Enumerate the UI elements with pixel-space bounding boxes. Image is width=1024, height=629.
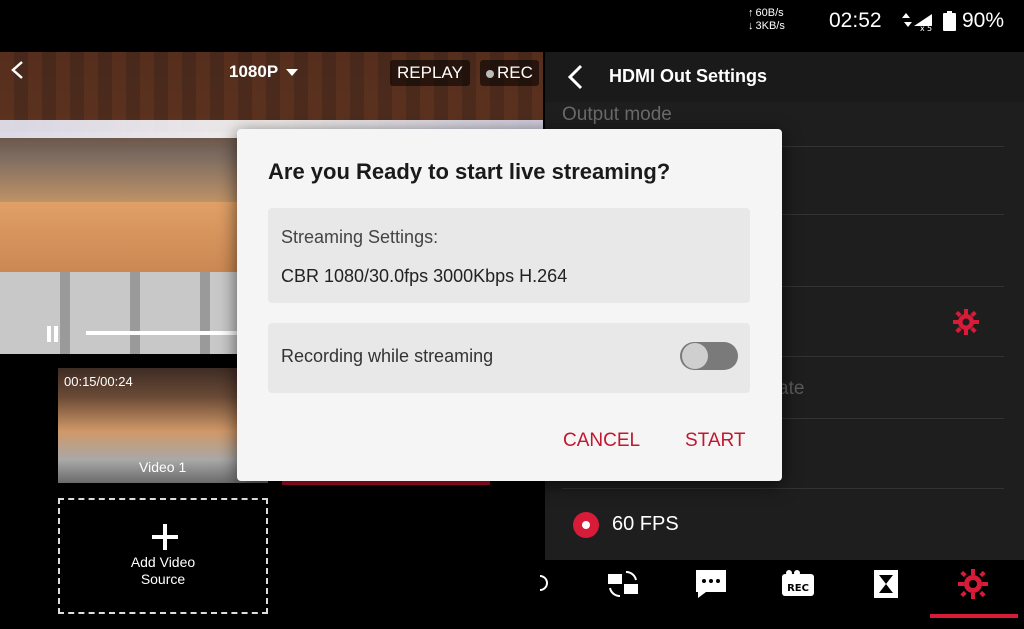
active-tab-indicator [930,614,1018,618]
recording-option-label: Recording while streaming [281,346,494,366]
video-source-label: Video 1 [139,459,187,475]
switch-camera-icon[interactable] [606,568,640,600]
settings-icon[interactable] [956,568,990,600]
download-speed: 3KB/s [755,20,785,32]
divider [562,488,1004,489]
back-arrow-icon[interactable] [566,64,584,90]
comment-icon[interactable] [694,568,728,600]
resolution-selector[interactable]: 1080P [229,62,299,82]
preview-back-icon[interactable] [8,60,28,80]
rec-button[interactable]: REC [480,60,539,86]
record-icon[interactable] [573,512,599,538]
replay-button[interactable]: REPLAY [390,60,470,86]
svg-text:5: 5 [927,24,932,32]
clock: 02:52 [829,9,882,32]
streaming-settings-label: Streaming Settings: [281,227,439,247]
start-button[interactable]: START [685,430,746,452]
status-bar: ↑ 60B/s ↓ 3KB/s 02:52 x 5 90% [0,0,1024,46]
download-arrow-icon: ↓ [748,20,754,32]
streaming-settings-value: CBR 1080/30.0fps 3000Kbps H.264 [281,266,568,286]
dialog-title: Are you Ready to start live streaming? [268,159,671,184]
battery-percent: 90% [962,9,1005,32]
hourglass-icon[interactable] [869,568,903,600]
add-label-line1: Add Video [130,554,196,570]
settings-title: HDMI Out Settings [609,66,767,86]
active-indicator [282,481,490,485]
resolution-label: 1080P [229,62,279,81]
cancel-button[interactable]: CANCEL [563,430,640,452]
toggle-knob[interactable] [682,343,708,369]
battery-icon [943,11,956,31]
caret-down-icon [286,69,299,77]
add-video-source-button[interactable]: Add Video Source [58,498,268,614]
upload-arrow-icon: ↑ [748,7,754,19]
partial-icon[interactable] [538,568,552,598]
video-duration: 00:15/00:24 [64,374,133,389]
svg-text:x: x [920,24,925,32]
upload-speed: 60B/s [755,7,784,19]
gear-icon[interactable] [953,309,979,335]
add-label-line2: Source [140,571,186,587]
pause-icon[interactable] [46,326,60,342]
add-video-source-label: Add Video Source [60,554,266,588]
svg-text:REC: REC [787,583,809,594]
playback-progress[interactable] [86,331,246,335]
rec-dot-icon [486,69,494,78]
plus-icon [152,524,178,550]
signal-icon: x 5 [902,13,932,32]
rec-label: REC [497,63,533,82]
output-mode-label: Output mode [562,104,672,125]
rec-icon[interactable]: REC [781,568,815,600]
fps-label: 60 FPS [612,513,679,535]
streaming-settings-box [268,208,750,303]
network-speed: ↑ 60B/s ↓ 3KB/s [748,7,785,33]
